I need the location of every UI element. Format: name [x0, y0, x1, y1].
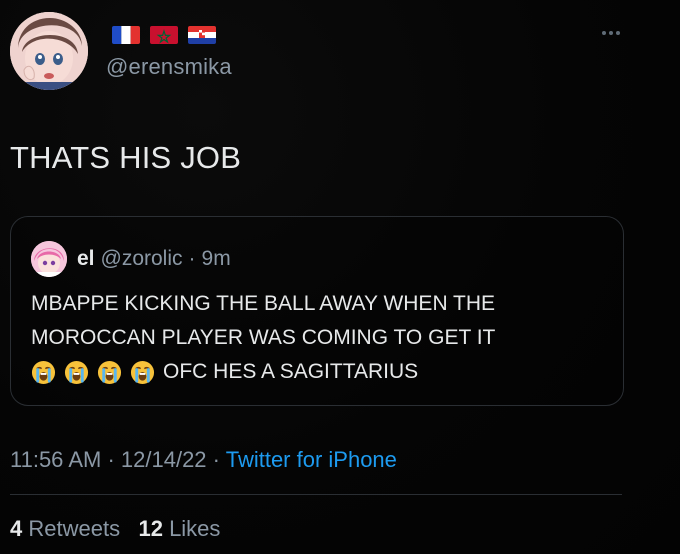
tweet-date: 12/14/22	[120, 447, 207, 472]
croatia-flag-icon	[188, 26, 216, 44]
quoted-tweet-body: MBAPPE KICKING THE BALL AWAY WHEN THE MO…	[31, 287, 611, 389]
flags-row	[112, 26, 216, 44]
likes-stat[interactable]: 12 Likes	[138, 516, 220, 541]
quoted-tweet-time: 9m	[201, 247, 231, 270]
quoted-tweet[interactable]: el @zorolic · 9m MBAPPE KICKING THE BALL…	[10, 216, 624, 406]
quoted-text-line-2: MOROCCAN PLAYER WAS COMING TO GET IT	[31, 326, 496, 349]
loudly-crying-face-emoji-icon	[130, 360, 155, 384]
france-flag-icon	[112, 26, 140, 44]
tweet-source-link[interactable]: Twitter for iPhone	[226, 447, 397, 472]
user-avatar[interactable]	[10, 12, 88, 90]
quoted-user-avatar[interactable]	[31, 241, 67, 277]
retweets-label: Retweets	[28, 516, 121, 541]
loudly-crying-face-emoji-icon	[97, 360, 122, 384]
morocco-flag-icon	[150, 26, 178, 44]
retweets-stat[interactable]: 4 Retweets	[10, 516, 126, 541]
anime-avatar-icon	[10, 12, 88, 90]
meta-separator: ·	[212, 447, 220, 472]
quoted-separator: ·	[188, 247, 196, 270]
loudly-crying-face-emoji-icon	[64, 360, 89, 384]
tweet-meta: 11:56 AM · 12/14/22 · Twitter for iPhone	[10, 447, 397, 473]
quoted-tweet-header: el @zorolic · 9m	[77, 247, 231, 271]
quoted-user-name[interactable]: el	[77, 247, 95, 271]
tweet-text: THATS HIS JOB	[10, 140, 242, 175]
divider	[10, 494, 622, 495]
quoted-text-line-1: MBAPPE KICKING THE BALL AWAY WHEN THE	[31, 292, 496, 315]
tweet-time: 11:56 AM	[10, 447, 102, 472]
likes-label: Likes	[169, 516, 221, 541]
anime-avatar-icon	[31, 241, 67, 277]
meta-separator: ·	[107, 447, 115, 472]
quoted-user-handle[interactable]: @zorolic	[101, 247, 183, 271]
loudly-crying-face-emoji-icon	[31, 360, 56, 384]
retweets-count: 4	[10, 516, 23, 541]
quoted-text-line-3: OFC HES A SAGITTARIUS	[31, 355, 611, 389]
tweet-screenshot: @erensmika THATS HIS JOB el @zorolic · 9…	[0, 0, 680, 554]
likes-count: 12	[138, 516, 163, 541]
user-handle[interactable]: @erensmika	[106, 54, 232, 80]
tweet-stats: 4 Retweets 12 Likes	[10, 516, 220, 542]
more-options-icon[interactable]	[600, 28, 622, 38]
quoted-text-line-3-text: OFC HES A SAGITTARIUS	[163, 360, 419, 383]
